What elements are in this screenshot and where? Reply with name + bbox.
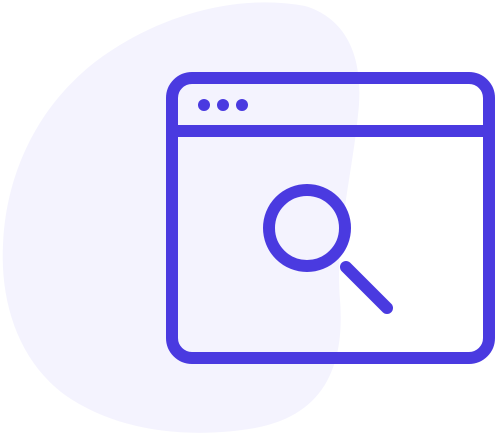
illustration-canvas	[2, 2, 495, 433]
background-blob	[2, 2, 360, 433]
magnifier-handle	[340, 261, 393, 314]
window-controls	[198, 99, 248, 111]
browser-search-illustration	[0, 0, 500, 434]
window-control-dot	[217, 99, 229, 111]
window-control-dot	[198, 99, 210, 111]
window-control-dot	[236, 99, 248, 111]
